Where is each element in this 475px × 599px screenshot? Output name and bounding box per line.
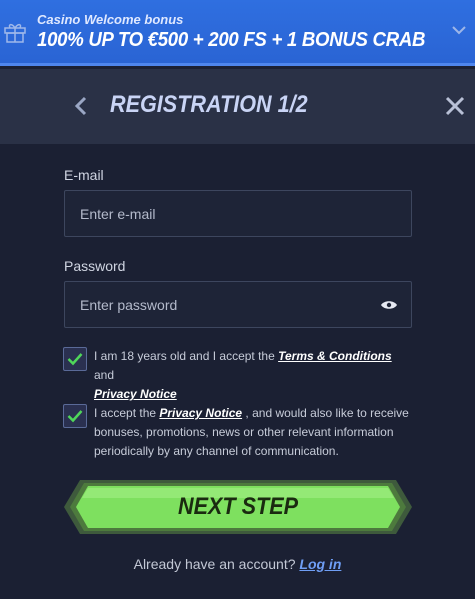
back-chevron-icon[interactable] xyxy=(70,93,92,119)
login-prompt: Already have an account? Log in xyxy=(0,556,475,572)
checkmark-icon xyxy=(67,353,83,366)
next-step-label: NEXT STEP xyxy=(177,493,299,520)
eye-icon[interactable] xyxy=(380,299,398,311)
login-prompt-text: Already have an account? xyxy=(133,556,300,572)
banner-title: 100% UP TO €500 + 200 FS + 1 BONUS CRAB xyxy=(37,29,426,51)
checkmark-icon xyxy=(67,410,83,423)
email-field-container xyxy=(64,190,412,237)
bonus-banner[interactable]: Casino Welcome bonus 100% UP TO €500 + 2… xyxy=(0,0,475,66)
page-title: REGISTRATION 1/2 xyxy=(110,91,308,118)
consent-text-and: and xyxy=(94,368,115,382)
consent-text: I am 18 years old and I accept the xyxy=(94,349,279,363)
chevron-down-icon[interactable] xyxy=(451,24,467,36)
consent-text: I accept the xyxy=(94,406,160,420)
password-label: Password xyxy=(64,258,126,274)
login-link[interactable]: Log in xyxy=(299,556,341,572)
email-label: E-mail xyxy=(64,167,104,183)
banner-subtitle: Casino Welcome bonus xyxy=(37,12,184,27)
close-icon[interactable] xyxy=(444,95,466,117)
age-terms-text: I am 18 years old and I accept the Terms… xyxy=(94,347,414,404)
registration-header: REGISTRATION 1/2 xyxy=(0,69,475,144)
age-terms-checkbox[interactable] xyxy=(63,347,87,371)
marketing-checkbox[interactable] xyxy=(63,404,87,428)
privacy-notice-link[interactable]: Privacy Notice xyxy=(159,406,242,420)
email-field[interactable] xyxy=(65,191,411,236)
password-field[interactable] xyxy=(65,282,411,327)
next-step-button[interactable]: NEXT STEP xyxy=(64,480,412,534)
gift-icon xyxy=(4,23,26,43)
privacy-notice-link[interactable]: Privacy Notice xyxy=(94,387,177,401)
marketing-text: I accept the Privacy Notice , and would … xyxy=(94,404,414,461)
terms-link[interactable]: Terms & Conditions xyxy=(278,349,392,363)
password-field-container xyxy=(64,281,412,328)
